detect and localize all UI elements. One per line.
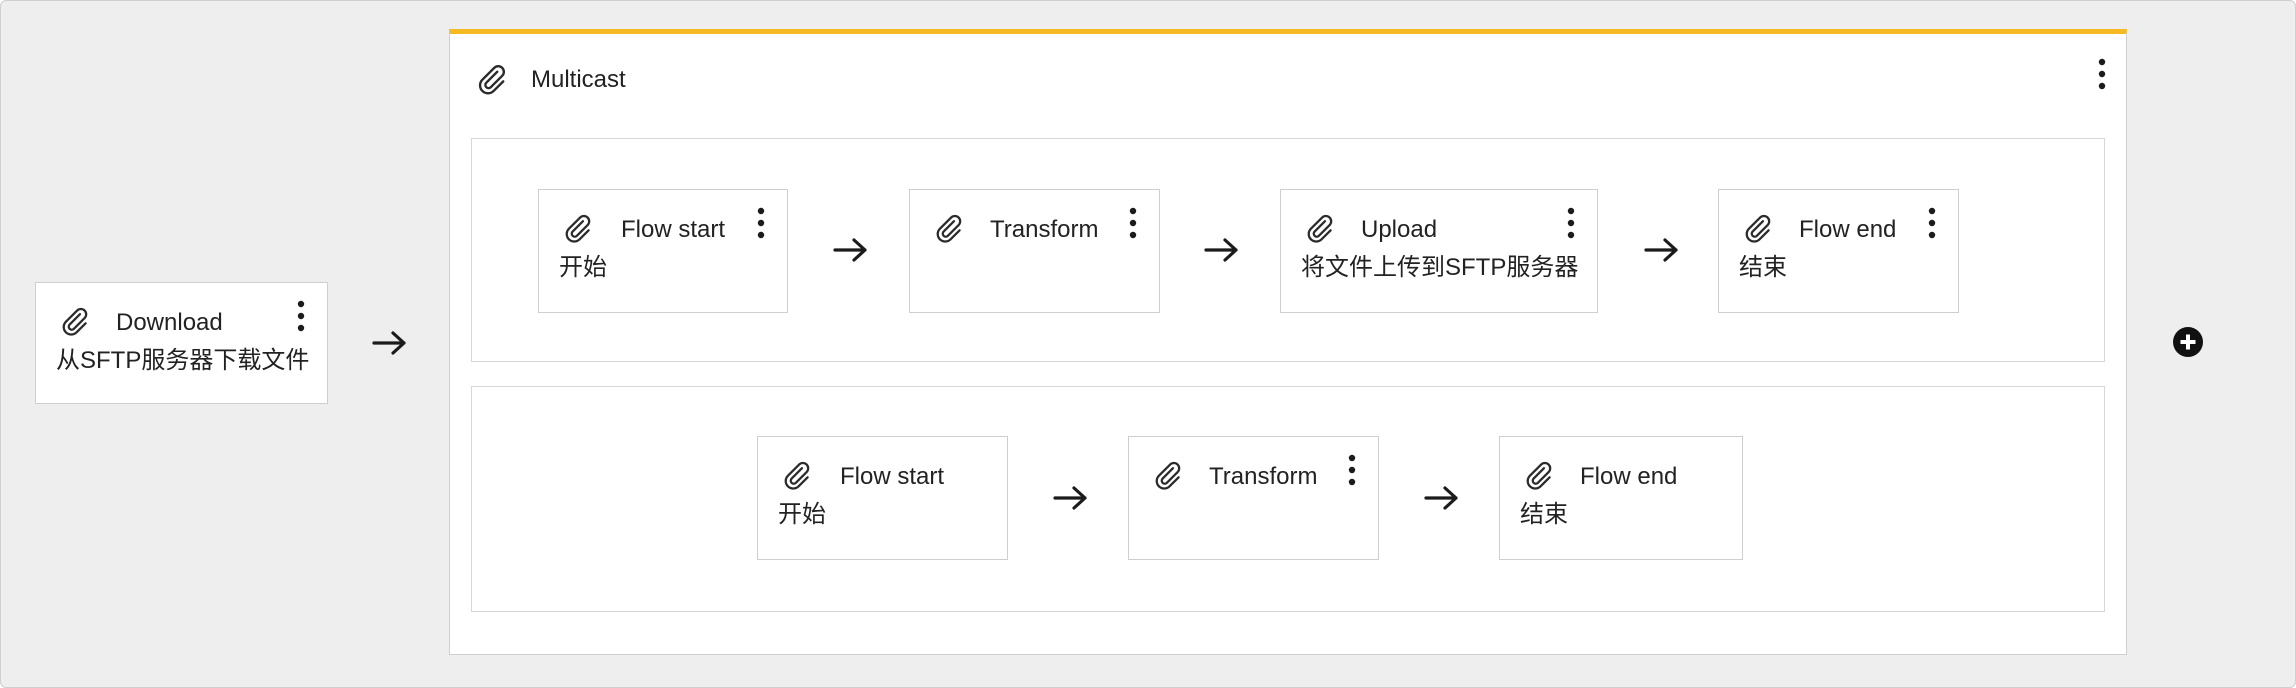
paperclip-icon	[1522, 459, 1556, 493]
paperclip-icon	[1303, 212, 1337, 246]
paperclip-icon	[1151, 459, 1185, 493]
kebab-menu-icon[interactable]	[755, 206, 767, 240]
node-subtitle: 开始	[778, 501, 826, 528]
node-title: Flow start	[840, 463, 945, 490]
kebab-menu-icon[interactable]	[1565, 206, 1577, 240]
kebab-menu-icon[interactable]	[1127, 206, 1139, 240]
node-title: Download	[116, 309, 223, 336]
transform-node[interactable]: Transform	[909, 189, 1160, 313]
node-subtitle: 将文件上传到SFTP服务器	[1301, 254, 1579, 281]
flow-canvas: Download 从SFTP服务器下载文件 Multicast Flow sta…	[0, 0, 2296, 688]
multicast-title: Multicast	[531, 66, 626, 93]
paperclip-icon	[780, 459, 814, 493]
add-step-button[interactable]	[2172, 326, 2204, 358]
upload-node[interactable]: Upload 将文件上传到SFTP服务器	[1280, 189, 1598, 313]
flow-end-node[interactable]: Flow end 结束	[1718, 189, 1959, 313]
node-subtitle: 结束	[1520, 501, 1568, 528]
transform-node[interactable]: Transform	[1128, 436, 1379, 560]
multicast-container[interactable]: Multicast Flow start 开始 Transform Upload	[449, 29, 2127, 655]
node-title: Transform	[1209, 463, 1318, 490]
kebab-menu-icon[interactable]	[1926, 206, 1938, 240]
paperclip-icon	[561, 212, 595, 246]
kebab-menu-icon[interactable]	[1346, 453, 1358, 487]
arrow-right-icon	[831, 235, 871, 265]
node-subtitle: 从SFTP服务器下载文件	[56, 347, 310, 374]
node-title: Transform	[990, 216, 1099, 243]
arrow-right-icon	[1422, 483, 1462, 513]
paperclip-icon	[1741, 212, 1775, 246]
arrow-right-icon	[1202, 235, 1242, 265]
download-node[interactable]: Download 从SFTP服务器下载文件	[35, 282, 328, 404]
flow-start-node[interactable]: Flow start 开始	[757, 436, 1008, 560]
node-subtitle: 开始	[559, 254, 607, 281]
paperclip-icon	[474, 62, 510, 98]
flow-end-node[interactable]: Flow end 结束	[1499, 436, 1743, 560]
branch-2: Flow start 开始 Transform Flow end 结束	[471, 386, 2105, 612]
arrow-right-icon	[1642, 235, 1682, 265]
node-title: Upload	[1361, 216, 1438, 243]
paperclip-icon	[58, 305, 92, 339]
node-title: Flow end	[1580, 463, 1678, 490]
paperclip-icon	[932, 212, 966, 246]
node-subtitle: 结束	[1739, 254, 1787, 281]
branch-1: Flow start 开始 Transform Upload 将文件上传到SFT…	[471, 138, 2105, 362]
kebab-menu-icon[interactable]	[295, 299, 307, 333]
arrow-right-icon	[1051, 483, 1091, 513]
arrow-right-icon	[370, 328, 410, 358]
node-title: Flow end	[1799, 216, 1897, 243]
node-title: Flow start	[621, 216, 726, 243]
flow-start-node[interactable]: Flow start 开始	[538, 189, 788, 313]
kebab-menu-icon[interactable]	[2096, 56, 2108, 92]
